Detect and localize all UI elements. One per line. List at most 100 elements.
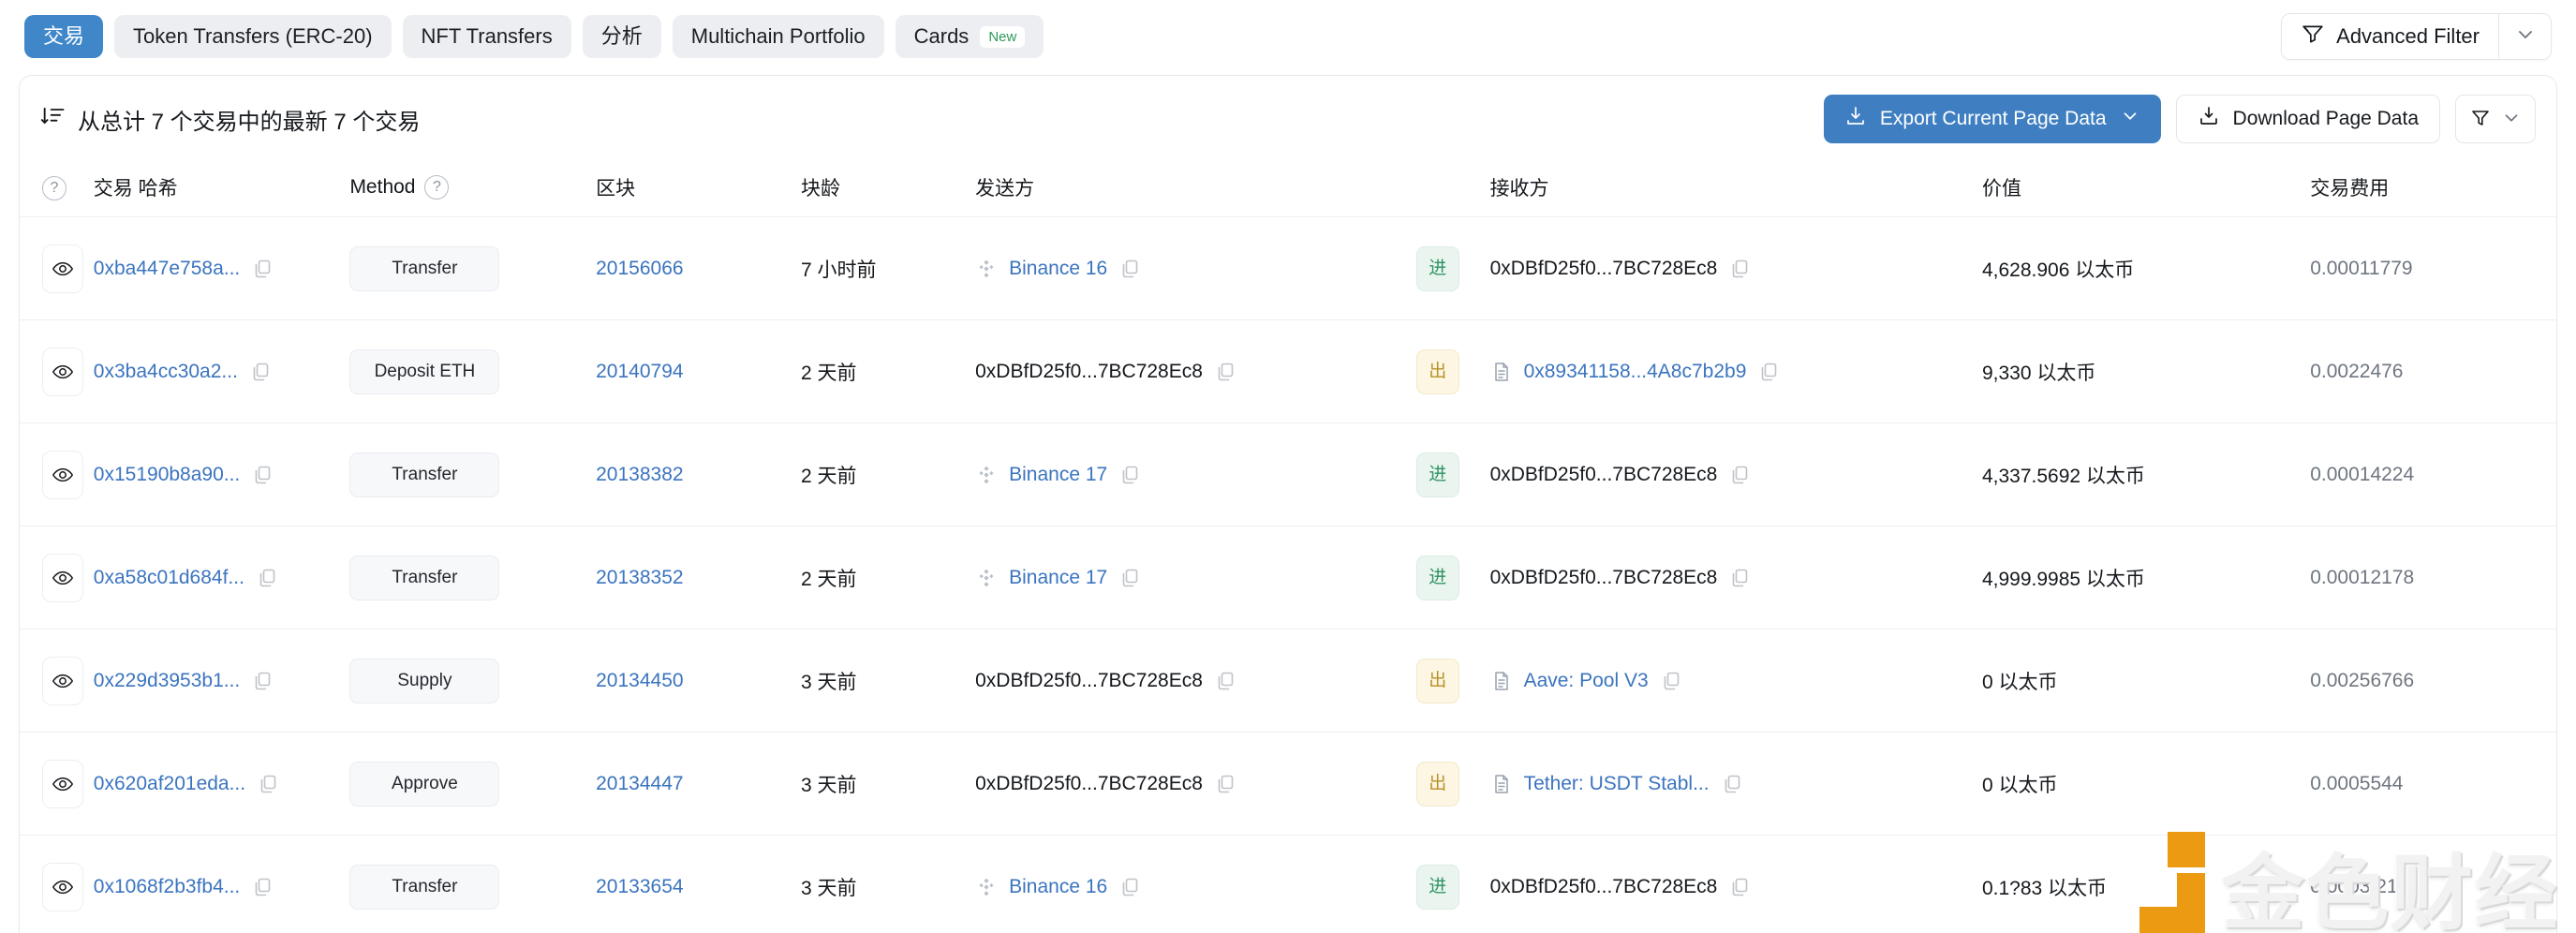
filter-menu-button[interactable]	[2455, 95, 2536, 143]
cell-method: Deposit ETH	[349, 319, 597, 423]
cell-from: Binance 16	[975, 216, 1416, 320]
preview-eye-icon[interactable]	[42, 244, 83, 293]
transaction-hash-link[interactable]: 0x620af201eda...	[94, 773, 245, 795]
export-current-page-data-button[interactable]: Export Current Page Data	[1823, 95, 2161, 143]
tab-label: 交易	[43, 24, 85, 48]
advanced-filter-button[interactable]: Advanced Filter	[2282, 14, 2498, 59]
download-page-data-button[interactable]: Download Page Data	[2175, 95, 2440, 143]
cell-age: 2 天前	[801, 422, 976, 526]
block-number-link[interactable]: 20134450	[596, 670, 683, 691]
to-address-link[interactable]: Aave: Pool V3	[1524, 670, 1649, 692]
preview-eye-icon[interactable]	[42, 450, 83, 499]
tab-transactions[interactable]: 交易	[24, 15, 104, 58]
age-text: 2 天前	[801, 362, 857, 384]
cell-preview	[20, 422, 94, 526]
method-chip[interactable]: Transfer	[349, 245, 500, 291]
method-chip[interactable]: Approve	[349, 761, 500, 807]
copy-icon[interactable]	[1721, 773, 1743, 795]
method-chip[interactable]: Deposit ETH	[349, 348, 500, 394]
cell-hash: 0x3ba4cc30a2...	[93, 319, 350, 423]
fee-text: 0.0003 21	[2310, 875, 2398, 897]
contract-icon	[1490, 773, 1513, 795]
to-address-link[interactable]: Tether: USDT Stabl...	[1524, 773, 1710, 795]
cell-value: 4,999.9985 以太币	[1981, 526, 2311, 629]
table-row: 0x3ba4cc30a2... Deposit ETH 20140794 2 天…	[20, 319, 2556, 423]
tab-token-transfers[interactable]: Token Transfers (ERC-20)	[114, 15, 392, 58]
fee-text: 0.00256766	[2310, 669, 2415, 691]
preview-eye-icon[interactable]	[42, 759, 83, 808]
copy-icon[interactable]	[1118, 258, 1141, 280]
cell-direction: 出	[1415, 732, 1490, 836]
help-icon[interactable]: ?	[42, 175, 67, 200]
block-number-link[interactable]: 20156066	[596, 258, 683, 279]
copy-icon[interactable]	[1214, 670, 1236, 692]
copy-icon[interactable]	[1757, 361, 1780, 383]
to-address-text: 0xDBfD25f0...7BC728Ec8	[1489, 875, 1718, 897]
tab-analytics[interactable]: 分析	[582, 15, 661, 58]
advanced-filter-dropdown-toggle[interactable]	[2498, 14, 2551, 59]
from-address-link[interactable]: Binance 16	[1009, 876, 1107, 898]
column-header-method: Method ?	[349, 160, 597, 217]
transaction-hash-link[interactable]: 0xba447e758a...	[94, 258, 240, 280]
transaction-hash-link[interactable]: 0x3ba4cc30a2...	[94, 361, 238, 383]
copy-icon[interactable]	[251, 258, 274, 280]
copy-icon[interactable]	[1214, 361, 1236, 383]
block-number-link[interactable]: 20134447	[596, 773, 683, 794]
from-address-link[interactable]: Binance 16	[1009, 258, 1107, 280]
cell-hash: 0x15190b8a90...	[93, 422, 350, 526]
method-chip[interactable]: Transfer	[349, 452, 500, 497]
copy-icon[interactable]	[1728, 258, 1751, 280]
copy-icon[interactable]	[1728, 464, 1751, 486]
copy-icon[interactable]	[1728, 567, 1751, 589]
copy-icon[interactable]	[1118, 464, 1141, 486]
help-icon[interactable]: ?	[424, 175, 450, 200]
cell-method: Transfer	[349, 216, 597, 320]
transaction-hash-link[interactable]: 0xa58c01d684f...	[94, 567, 244, 589]
transaction-hash-link[interactable]: 0x1068f2b3fb4...	[94, 876, 240, 898]
tab-cards[interactable]: Cards New	[895, 15, 1044, 58]
method-chip[interactable]: Supply	[349, 658, 500, 703]
preview-eye-icon[interactable]	[42, 553, 83, 602]
tab-nft-transfers[interactable]: NFT Transfers	[402, 15, 571, 58]
column-header-age[interactable]: 块龄	[801, 160, 976, 217]
column-label: 交易费用	[2310, 178, 2390, 200]
from-address-link[interactable]: Binance 17	[1009, 464, 1107, 486]
value-text: 9,330 以太币	[1981, 362, 2096, 384]
preview-eye-icon[interactable]	[42, 656, 83, 705]
copy-icon[interactable]	[1728, 876, 1751, 898]
preview-eye-icon[interactable]	[42, 347, 83, 396]
column-header-fee[interactable]: 交易费用	[2310, 160, 2556, 217]
method-chip[interactable]: Transfer	[349, 864, 500, 910]
from-address-text: 0xDBfD25f0...7BC728Ec8	[975, 669, 1203, 691]
copy-icon[interactable]	[251, 876, 274, 898]
copy-icon[interactable]	[256, 567, 278, 589]
table-row: 0xa58c01d684f... Transfer 20138352 2 天前 …	[20, 526, 2556, 629]
method-chip[interactable]: Transfer	[349, 555, 500, 600]
cell-age: 7 小时前	[801, 216, 976, 320]
preview-eye-icon[interactable]	[42, 862, 83, 911]
copy-icon[interactable]	[251, 670, 274, 692]
cell-preview	[20, 629, 94, 733]
to-address-link[interactable]: 0x89341158...4A8c7b2b9	[1524, 361, 1747, 383]
transaction-hash-link[interactable]: 0x229d3953b1...	[94, 670, 240, 692]
transaction-hash-link[interactable]: 0x15190b8a90...	[94, 464, 240, 486]
copy-icon[interactable]	[1214, 773, 1236, 795]
block-number-link[interactable]: 20140794	[596, 361, 683, 382]
copy-icon[interactable]	[1118, 567, 1141, 589]
cell-preview	[20, 319, 94, 423]
cell-to: Tether: USDT Stabl...	[1489, 732, 1982, 836]
copy-icon[interactable]	[1118, 876, 1141, 898]
direction-badge-out: 出	[1415, 761, 1459, 807]
column-label: 接收方	[1489, 178, 1549, 200]
copy-icon[interactable]	[251, 464, 274, 486]
copy-icon[interactable]	[257, 773, 279, 795]
cell-method: Approve	[349, 732, 597, 836]
from-address-link[interactable]: Binance 17	[1009, 567, 1107, 589]
block-number-link[interactable]: 20133654	[596, 876, 683, 897]
copy-icon[interactable]	[1660, 670, 1682, 692]
copy-icon[interactable]	[249, 361, 272, 383]
tab-multichain-portfolio[interactable]: Multichain Portfolio	[672, 15, 884, 58]
block-number-link[interactable]: 20138382	[596, 464, 683, 485]
block-number-link[interactable]: 20138352	[596, 567, 683, 588]
cell-value: 4,337.5692 以太币	[1981, 422, 2311, 526]
